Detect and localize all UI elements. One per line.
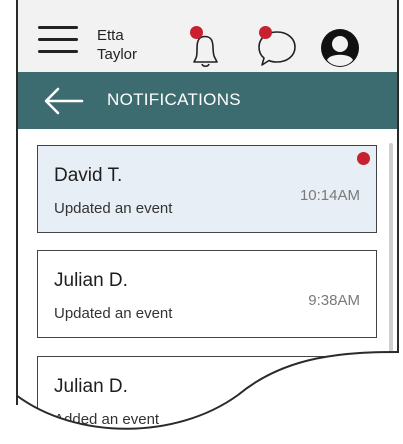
torn-edge-outline (16, 351, 399, 430)
phone-frame-right (397, 0, 399, 352)
phone-frame-left (16, 0, 18, 405)
